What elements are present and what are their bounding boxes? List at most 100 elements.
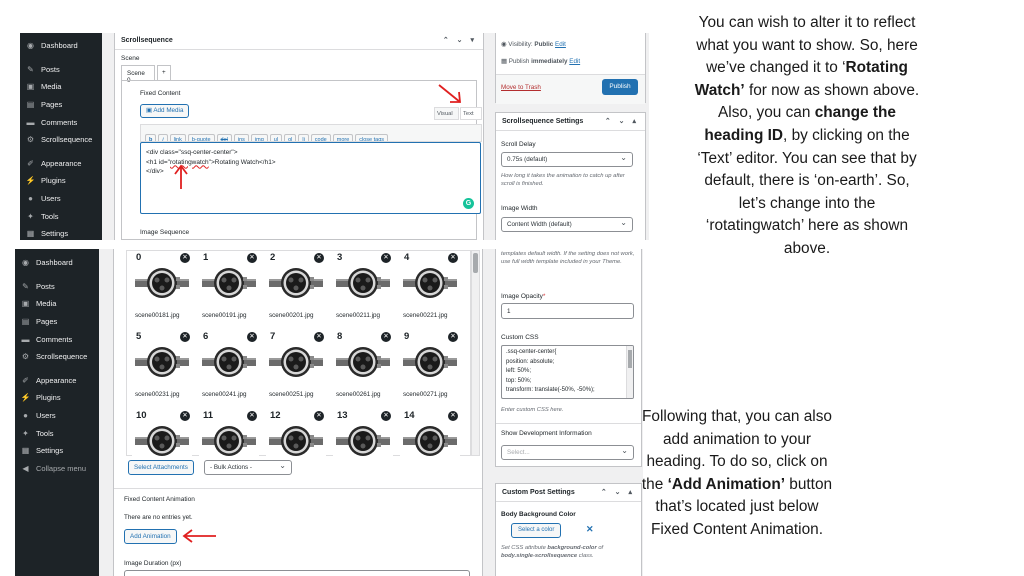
- remove-image-icon[interactable]: ✕: [180, 332, 190, 342]
- gallery-thumbnail[interactable]: 9 ✕: [400, 331, 460, 381]
- sidebar-item-settings[interactable]: ▦ Settings: [20, 225, 102, 240]
- tab-visual[interactable]: Visual: [434, 107, 459, 120]
- gallery-thumbnail[interactable]: 2 ✕: [266, 252, 326, 302]
- gallery-thumbnail[interactable]: 5 ✕: [132, 331, 192, 381]
- sidebar-item-settings[interactable]: ▦ Settings: [15, 442, 99, 460]
- html-code-textarea[interactable]: <div class="ssq-center-center"> <h1 id="…: [140, 142, 481, 214]
- visibility-edit-link[interactable]: Edit: [555, 41, 566, 48]
- gallery-thumbnail[interactable]: 13 ✕: [333, 410, 393, 460]
- remove-image-icon[interactable]: ✕: [314, 253, 324, 263]
- quicktag-button[interactable]: close tags: [355, 134, 389, 141]
- quicktag-button[interactable]: b: [145, 134, 157, 141]
- watch-image: [403, 265, 457, 301]
- scroll-delay-select[interactable]: 0.75s (default): [501, 152, 633, 167]
- image-width-select[interactable]: Content Width (default): [501, 217, 633, 232]
- remove-image-icon[interactable]: ✕: [247, 332, 257, 342]
- sidebar-item-appearance[interactable]: ✐ Appearance: [20, 155, 102, 173]
- sidebar-item-comments[interactable]: ▬ Comments: [20, 113, 102, 131]
- dev-info-select[interactable]: Select...: [501, 445, 634, 460]
- quicktag-button[interactable]: link: [169, 134, 186, 141]
- sidebar-item-pages[interactable]: ▤ Pages: [20, 96, 102, 114]
- tab-scene-0[interactable]: Scene 0: [121, 65, 155, 84]
- custom-css-textarea[interactable]: .ssq-center-center{ position: absolute; …: [501, 345, 634, 399]
- select-attachments-button[interactable]: Select Attachments: [128, 460, 194, 475]
- quicktag-button[interactable]: img: [250, 134, 268, 141]
- add-media-button[interactable]: ▣ Add Media: [140, 104, 190, 118]
- box-order-arrows-icon[interactable]: ⌃ ⌄ ▴: [601, 488, 635, 496]
- add-animation-button[interactable]: Add Animation: [124, 529, 177, 544]
- sidebar-item-media[interactable]: ▣ Media: [15, 295, 99, 313]
- quicktag-button[interactable]: ol: [284, 134, 297, 141]
- sidebar-item-plugins[interactable]: ⚡ Plugins: [20, 172, 102, 190]
- image-opacity-input[interactable]: 1: [501, 303, 634, 319]
- quicktag-button[interactable]: li: [298, 134, 309, 141]
- quicktag-button[interactable]: del: [216, 134, 232, 141]
- move-to-trash-link[interactable]: Move to Trash: [501, 84, 541, 91]
- remove-image-icon[interactable]: ✕: [381, 253, 391, 263]
- sidebar-item-users[interactable]: ● Users: [20, 190, 102, 208]
- gallery-scrollbar[interactable]: [471, 250, 480, 456]
- clear-color-icon[interactable]: ✕: [586, 524, 594, 535]
- users-icon: ●: [28, 194, 33, 204]
- box-order-arrows-icon[interactable]: ⌃ ⌄ ▾: [443, 36, 477, 44]
- gallery-thumbnail[interactable]: 12 ✕: [266, 410, 326, 460]
- code-line-3: </div>: [146, 168, 164, 175]
- gallery-thumbnail[interactable]: 14 ✕: [400, 410, 460, 460]
- remove-image-icon[interactable]: ✕: [381, 411, 391, 421]
- box-order-arrows-icon[interactable]: ⌃ ⌄ ▴: [605, 117, 639, 125]
- gallery-thumbnail[interactable]: 10 ✕: [132, 410, 192, 460]
- gallery-thumbnail[interactable]: 4 ✕: [400, 252, 460, 302]
- gallery-thumbnail[interactable]: 3 ✕: [333, 252, 393, 302]
- scrollsequence-icon: ⚙: [21, 352, 30, 362]
- watch-image: [403, 344, 457, 380]
- remove-image-icon[interactable]: ✕: [180, 253, 190, 263]
- gallery-thumbnail[interactable]: 8 ✕: [333, 331, 393, 381]
- remove-image-icon[interactable]: ✕: [314, 332, 324, 342]
- quicktag-button[interactable]: more: [332, 134, 354, 141]
- remove-image-icon[interactable]: ✕: [247, 411, 257, 421]
- sidebar-item-users[interactable]: ● Users: [15, 407, 99, 425]
- sidebar-item-tools[interactable]: ✦ Tools: [15, 424, 99, 442]
- sidebar-item-media[interactable]: ▣ Media: [20, 78, 102, 96]
- sidebar-item-comments[interactable]: ▬ Comments: [15, 330, 99, 348]
- quicktag-button[interactable]: code: [310, 134, 331, 141]
- sidebar-item-dashboard[interactable]: ◉ Dashboard: [15, 254, 99, 272]
- collapse-menu[interactable]: ◀ Collapse menu: [15, 460, 99, 478]
- quicktag-button[interactable]: ins: [233, 134, 249, 141]
- sidebar-item-posts[interactable]: ✎ Posts: [15, 278, 99, 296]
- sidebar-item-scrollsequence[interactable]: ⚙ Scrollsequence: [20, 131, 102, 149]
- sidebar-item-plugins[interactable]: ⚡ Plugins: [15, 389, 99, 407]
- sidebar-item-appearance[interactable]: ✐ Appearance: [15, 372, 99, 390]
- gallery-thumbnail[interactable]: 1 ✕: [199, 252, 259, 302]
- remove-image-icon[interactable]: ✕: [448, 332, 458, 342]
- sidebar-item-posts[interactable]: ✎ Posts: [20, 61, 102, 79]
- dashboard-icon: ◉: [22, 258, 29, 268]
- grammarly-icon[interactable]: G: [463, 198, 474, 209]
- sidebar-item-dashboard[interactable]: ◉ Dashboard: [20, 37, 102, 55]
- quicktag-button[interactable]: ul: [269, 134, 283, 141]
- bulk-actions-select[interactable]: - Bulk Actions -: [204, 460, 292, 475]
- sidebar-item-pages[interactable]: ▤ Pages: [15, 313, 99, 331]
- remove-image-icon[interactable]: ✕: [180, 411, 190, 421]
- gallery-thumbnail[interactable]: 0 ✕: [132, 252, 192, 302]
- gallery-thumbnail[interactable]: 6 ✕: [199, 331, 259, 381]
- quicktag-button[interactable]: i: [158, 134, 168, 141]
- tab-text[interactable]: Text: [460, 107, 482, 120]
- publish-edit-link[interactable]: Edit: [569, 58, 580, 65]
- remove-image-icon[interactable]: ✕: [314, 411, 324, 421]
- scrollbar-thumb[interactable]: [473, 253, 478, 273]
- remove-image-icon[interactable]: ✕: [381, 332, 391, 342]
- add-scene-tab[interactable]: +: [157, 65, 171, 80]
- quicktag-button[interactable]: b-quote: [187, 134, 215, 141]
- publish-button[interactable]: Publish: [602, 79, 638, 95]
- gallery-thumbnail[interactable]: 7 ✕: [266, 331, 326, 381]
- select-color-button[interactable]: Select a color: [511, 523, 562, 538]
- sidebar-item-scrollsequence[interactable]: ⚙ Scrollsequence: [15, 348, 99, 366]
- remove-image-icon[interactable]: ✕: [448, 253, 458, 263]
- sidebar-item-tools[interactable]: ✦ Tools: [20, 207, 102, 225]
- gallery-thumbnail[interactable]: 11 ✕: [199, 410, 259, 460]
- image-duration-input[interactable]: [124, 570, 470, 576]
- css-scrollbar[interactable]: [626, 346, 633, 398]
- remove-image-icon[interactable]: ✕: [247, 253, 257, 263]
- remove-image-icon[interactable]: ✕: [448, 411, 458, 421]
